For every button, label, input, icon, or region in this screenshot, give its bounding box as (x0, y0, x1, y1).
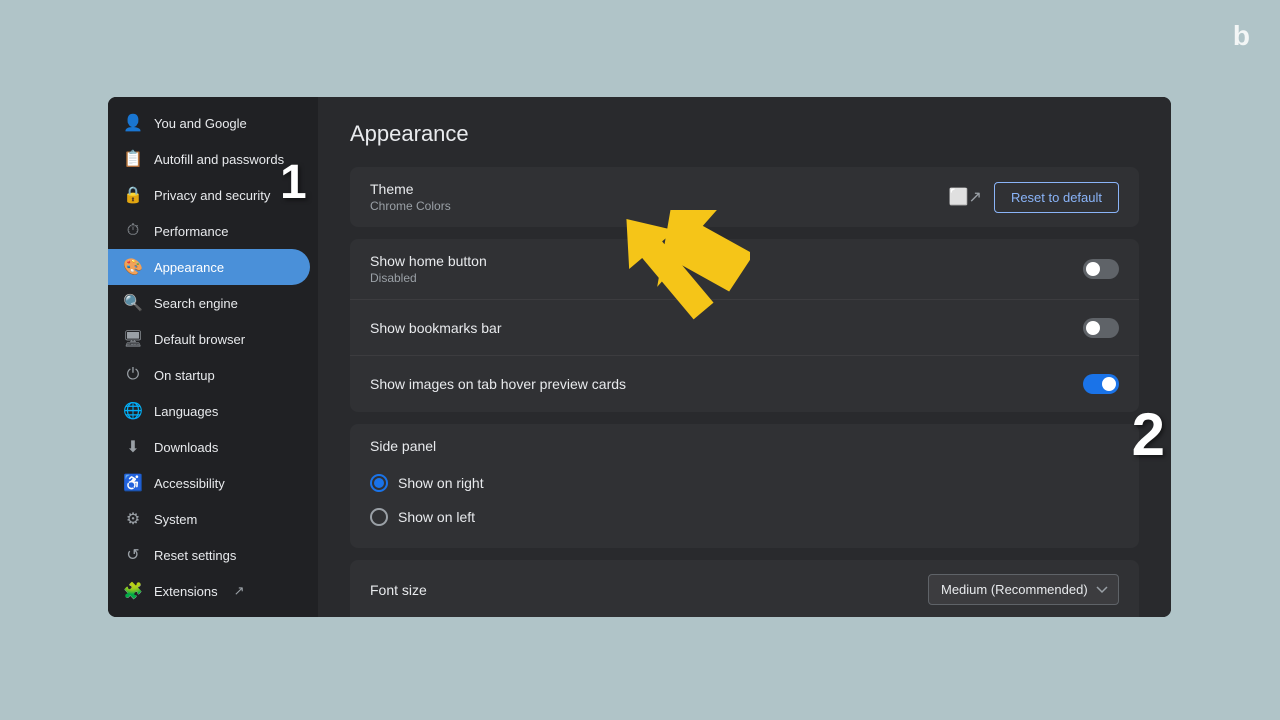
radio-show-right-label: Show on right (398, 475, 484, 491)
radio-show-right-circle (370, 474, 388, 492)
sidebar-label-languages: Languages (154, 404, 218, 419)
radio-show-left-label: Show on left (398, 509, 475, 525)
sidebar-label-autofill: Autofill and passwords (154, 152, 284, 167)
font-zoom-card: Font size Medium (Recommended) Small Lar… (350, 560, 1139, 617)
sidebar-label-extensions: Extensions (154, 584, 218, 599)
sidebar-item-reset-settings[interactable]: ↺ Reset settings (108, 537, 310, 573)
sidebar-label-performance: Performance (154, 224, 228, 239)
sidebar-label-search-engine: Search engine (154, 296, 238, 311)
show-images-hover-left: Show images on tab hover preview cards (370, 376, 626, 392)
sidebar-item-system[interactable]: ⚙ System (108, 501, 310, 537)
sidebar-label-default-browser: Default browser (154, 332, 245, 347)
sidebar-item-downloads[interactable]: ⬇ Downloads (108, 429, 310, 465)
sidebar-label-system: System (154, 512, 197, 527)
show-bookmarks-bar-toggle[interactable] (1083, 318, 1119, 338)
reset-icon: ↺ (124, 546, 142, 564)
sidebar-item-privacy[interactable]: 🔒 Privacy and security (108, 177, 310, 213)
sidebar-item-about-chrome[interactable]: ℹ About Chrome (108, 609, 310, 617)
toggles-card: Show home button Disabled Show bookmarks… (350, 239, 1139, 412)
font-size-label: Font size (370, 582, 427, 598)
show-home-button-toggle[interactable] (1083, 259, 1119, 279)
download-icon: ⬇ (124, 438, 142, 456)
person-icon: 👤 (124, 114, 142, 132)
show-bookmarks-bar-left: Show bookmarks bar (370, 320, 502, 336)
sidebar-label-accessibility: Accessibility (154, 476, 225, 491)
radio-show-left[interactable]: Show on left (370, 500, 1119, 534)
sidebar-label-you-and-google: You and Google (154, 116, 247, 131)
sidebar-item-appearance[interactable]: 🎨 Appearance (108, 249, 310, 285)
show-home-button-row: Show home button Disabled (350, 239, 1139, 300)
puzzle-icon: 🧩 (124, 582, 142, 600)
side-panel-card: Side panel Show on right Show on left (350, 424, 1139, 548)
sidebar-label-on-startup: On startup (154, 368, 215, 383)
show-bookmarks-bar-label: Show bookmarks bar (370, 320, 502, 336)
sidebar-item-accessibility[interactable]: ♿ Accessibility (108, 465, 310, 501)
theme-row: Theme Chrome Colors ⬜↗ Reset to default (350, 167, 1139, 227)
show-home-button-label: Show home button (370, 253, 487, 269)
theme-label: Theme (370, 181, 451, 197)
sidebar-label-reset-settings: Reset settings (154, 548, 236, 563)
font-size-dropdown[interactable]: Medium (Recommended) Small Large Very La… (928, 574, 1119, 605)
show-bookmarks-bar-toggle-thumb (1086, 321, 1100, 335)
reset-to-default-button[interactable]: Reset to default (994, 182, 1119, 213)
show-images-hover-label: Show images on tab hover preview cards (370, 376, 626, 392)
show-images-hover-toggle-thumb (1102, 377, 1116, 391)
page-title: Appearance (350, 121, 1139, 147)
theme-row-right: ⬜↗ Reset to default (949, 182, 1119, 213)
sidebar-item-performance[interactable]: ⏱ Performance (108, 213, 310, 249)
font-size-row: Font size Medium (Recommended) Small Lar… (350, 560, 1139, 617)
show-images-hover-row: Show images on tab hover preview cards (350, 356, 1139, 412)
theme-sublabel: Chrome Colors (370, 199, 451, 213)
sidebar-label-privacy: Privacy and security (154, 188, 270, 203)
sidebar-item-search-engine[interactable]: 🔍 Search engine (108, 285, 310, 321)
shield-icon: 🔒 (124, 186, 142, 204)
show-home-button-left: Show home button Disabled (370, 253, 487, 285)
theme-card: Theme Chrome Colors ⬜↗ Reset to default (350, 167, 1139, 227)
search-icon: 🔍 (124, 294, 142, 312)
autofill-icon: 📋 (124, 150, 142, 168)
sidebar-label-downloads: Downloads (154, 440, 218, 455)
sidebar-item-autofill[interactable]: 📋 Autofill and passwords (108, 141, 310, 177)
show-home-button-toggle-thumb (1086, 262, 1100, 276)
sidebar-item-languages[interactable]: 🌐 Languages (108, 393, 310, 429)
show-bookmarks-bar-row: Show bookmarks bar (350, 300, 1139, 356)
external-link-icon-extensions: ↗ (234, 583, 245, 599)
browser-icon: 🖥 (124, 330, 142, 348)
radio-show-right-inner (374, 478, 384, 488)
sidebar-item-on-startup[interactable]: ⏻ On startup (108, 357, 310, 393)
watermark-logo: b (1233, 20, 1250, 52)
palette-icon: 🎨 (124, 258, 142, 276)
sidebar-item-you-and-google[interactable]: 👤 You and Google (108, 105, 310, 141)
show-images-hover-toggle[interactable] (1083, 374, 1119, 394)
radio-show-right[interactable]: Show on right (370, 466, 1119, 500)
gauge-icon: ⏱ (124, 222, 142, 240)
side-panel-title: Side panel (370, 438, 1119, 454)
sidebar-label-appearance: Appearance (154, 260, 224, 275)
theme-external-link-icon[interactable]: ⬜↗ (949, 187, 982, 207)
power-icon: ⏻ (124, 366, 142, 384)
accessibility-icon: ♿ (124, 474, 142, 492)
show-home-button-sub: Disabled (370, 271, 487, 285)
chrome-settings-window: 👤 You and Google 📋 Autofill and password… (108, 97, 1171, 617)
system-icon: ⚙ (124, 510, 142, 528)
sidebar-item-default-browser[interactable]: 🖥 Default browser (108, 321, 310, 357)
theme-row-left: Theme Chrome Colors (370, 181, 451, 213)
main-content: Appearance Theme Chrome Colors ⬜↗ Reset … (318, 97, 1171, 617)
radio-show-left-circle (370, 508, 388, 526)
globe-icon: 🌐 (124, 402, 142, 420)
settings-sidebar: 👤 You and Google 📋 Autofill and password… (108, 97, 318, 617)
sidebar-item-extensions[interactable]: 🧩 Extensions ↗ (108, 573, 310, 609)
